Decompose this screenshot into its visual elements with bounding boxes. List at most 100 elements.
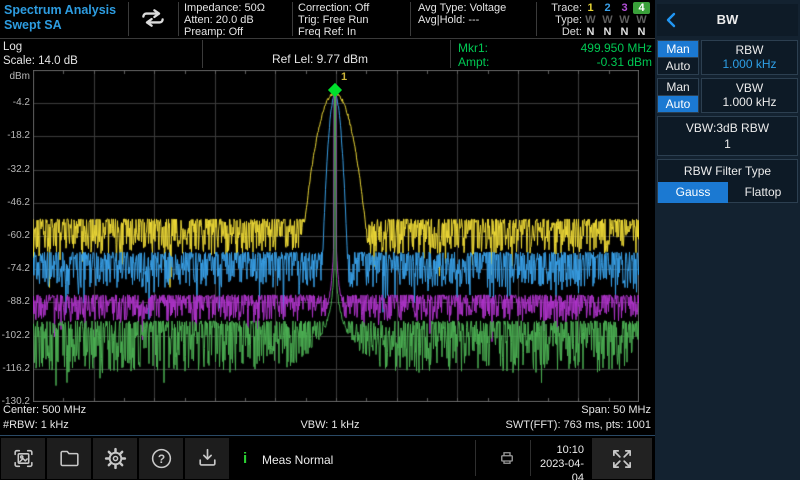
y-axis-tick-label: -60.2 — [0, 230, 30, 241]
center-freq-readout: Center: 500 MHz — [3, 404, 86, 416]
trace-status-value: W — [582, 14, 599, 26]
marker1-ampt-value: -0.31 dBm — [472, 55, 652, 69]
atten-field: Atten: 20.0 dB — [184, 14, 265, 26]
vbw-rbw-ratio-label: VBW:3dB RBW — [658, 121, 797, 135]
trace-status-block: Trace:1234Type:WWWWDet:NNNN — [540, 2, 652, 38]
rbw-value-cell[interactable]: RBW 1.000 kHz — [701, 40, 798, 75]
y-axis-tick-label: -18.2 — [0, 130, 30, 141]
trace-status-row: Trace:1234 — [540, 2, 652, 14]
save-button[interactable] — [185, 438, 229, 479]
y-axis-tick-label: -46.2 — [0, 197, 30, 208]
y-axis-unit-label: dBm — [0, 71, 30, 82]
trace-status-row: Det:NNNN — [540, 26, 652, 38]
trig-field: Trig: Free Run — [298, 14, 369, 26]
y-axis-tick-label: -4.2 — [0, 97, 30, 108]
avg-hold-field: Avg|Hold: --- — [418, 14, 506, 26]
vbw-value: 1.000 kHz — [702, 95, 797, 109]
app-title: Spectrum Analysis Swept SA — [4, 3, 116, 33]
help-icon: ? — [149, 446, 174, 471]
y-axis-tick-label: -32.2 — [0, 164, 30, 175]
clock-date: 2023-04-04 — [532, 457, 584, 480]
vbw-label: VBW — [702, 81, 797, 95]
divider — [475, 440, 476, 476]
screenshot-icon — [11, 446, 36, 471]
trace-status-value: N — [633, 26, 650, 38]
vbw-rbw-ratio-value: 1 — [658, 137, 797, 151]
screenshot-button[interactable] — [1, 438, 45, 479]
divider — [128, 2, 129, 36]
menu-back-button[interactable] — [665, 11, 677, 29]
bw-menu-panel: BW Man Auto RBW 1.000 kHz Man Auto VBW 1… — [655, 0, 800, 480]
help-button[interactable]: ? — [139, 438, 183, 479]
header-status-col3: Avg Type: Voltage Avg|Hold: --- — [418, 2, 506, 26]
vbw-auto-button[interactable]: Auto — [657, 95, 699, 113]
divider — [202, 40, 203, 68]
info-icon: i — [243, 450, 247, 467]
vbw-man-button[interactable]: Man — [657, 78, 699, 96]
filter-flattop-button[interactable]: Flattop — [728, 182, 798, 203]
clock-time: 10:10 — [532, 443, 584, 457]
preamp-field: Preamp: Off — [184, 26, 265, 38]
divider — [410, 2, 411, 36]
vbw-rbw-ratio-cell[interactable]: VBW:3dB RBW 1 — [657, 116, 798, 156]
save-download-icon — [195, 446, 220, 471]
trace-status-row-label: Type: — [540, 14, 582, 26]
rbw-filter-type-cell: RBW Filter Type Gauss Flattop — [657, 159, 798, 203]
divider — [530, 440, 531, 476]
settings-button[interactable] — [93, 438, 137, 479]
rbw-man-button[interactable]: Man — [657, 40, 699, 58]
freq-ref-field: Freq Ref: In — [298, 26, 369, 38]
divider — [292, 2, 293, 36]
trace-select-1[interactable]: 1 — [582, 2, 599, 14]
trace-status-value: W — [599, 14, 616, 26]
sweep-loop-icon — [136, 7, 170, 29]
vbw-value-cell[interactable]: VBW 1.000 kHz — [701, 78, 798, 113]
toolbar-divider — [0, 435, 655, 436]
sweep-time-readout: SWT(FFT): 763 ms, pts: 1001 — [400, 419, 651, 431]
divider — [450, 40, 451, 68]
printer-icon — [498, 449, 516, 467]
span-readout: Span: 50 MHz — [450, 404, 651, 416]
trace-status-row: Type:WWWW — [540, 14, 652, 26]
scale-per-div-label: Scale: 14.0 dB — [3, 55, 78, 67]
app-title-line1: Spectrum Analysis — [4, 3, 116, 18]
header-status-col1: Impedance: 50Ω Atten: 20.0 dB Preamp: Of… — [184, 2, 265, 38]
rbw-auto-button[interactable]: Auto — [657, 57, 699, 75]
expand-arrows-icon — [609, 446, 635, 472]
marker1-flag-label: 1 — [341, 71, 347, 83]
rbw-label: RBW — [702, 43, 797, 57]
folder-icon — [57, 446, 82, 471]
divider — [0, 38, 655, 39]
ref-level-readout: Ref Lel: 9.77 dBm — [220, 53, 420, 65]
rbw-value: 1.000 kHz — [702, 57, 797, 71]
chevron-left-icon — [665, 11, 677, 29]
impedance-field: Impedance: 50Ω — [184, 2, 265, 14]
divider — [178, 2, 179, 36]
header-status-col2: Correction: Off Trig: Free Run Freq Ref:… — [298, 2, 369, 38]
spectrum-display[interactable] — [33, 70, 639, 402]
trace-select-4[interactable]: 4 — [633, 2, 650, 14]
menu-title: BW — [657, 4, 798, 36]
correction-field: Correction: Off — [298, 2, 369, 14]
y-axis-tick-label: -74.2 — [0, 263, 30, 274]
filter-gauss-button[interactable]: Gauss — [658, 182, 728, 203]
app-title-line2: Swept SA — [4, 18, 116, 33]
clock-display: 10:10 2023-04-04 — [532, 443, 584, 480]
trace-status-value: N — [616, 26, 633, 38]
marker1-freq-value: 499.950 MHz — [472, 41, 652, 55]
rbw-filter-type-label: RBW Filter Type — [658, 164, 797, 178]
y-axis-tick-label: -102.2 — [0, 330, 30, 341]
y-axis-tick-label: -88.2 — [0, 296, 30, 307]
gear-icon — [103, 446, 128, 471]
trace-status-value: N — [599, 26, 616, 38]
bw-menu-header: BW — [657, 4, 798, 36]
fullscreen-button[interactable] — [592, 438, 652, 479]
trace-select-2[interactable]: 2 — [599, 2, 616, 14]
file-manager-button[interactable] — [47, 438, 91, 479]
continuous-sweep-button[interactable] — [136, 7, 172, 31]
trace-status-row-label: Det: — [540, 26, 582, 38]
trace-select-3[interactable]: 3 — [616, 2, 633, 14]
svg-text:?: ? — [157, 452, 164, 466]
printer-status-icon — [498, 449, 516, 467]
trace-status-value: N — [582, 26, 599, 38]
